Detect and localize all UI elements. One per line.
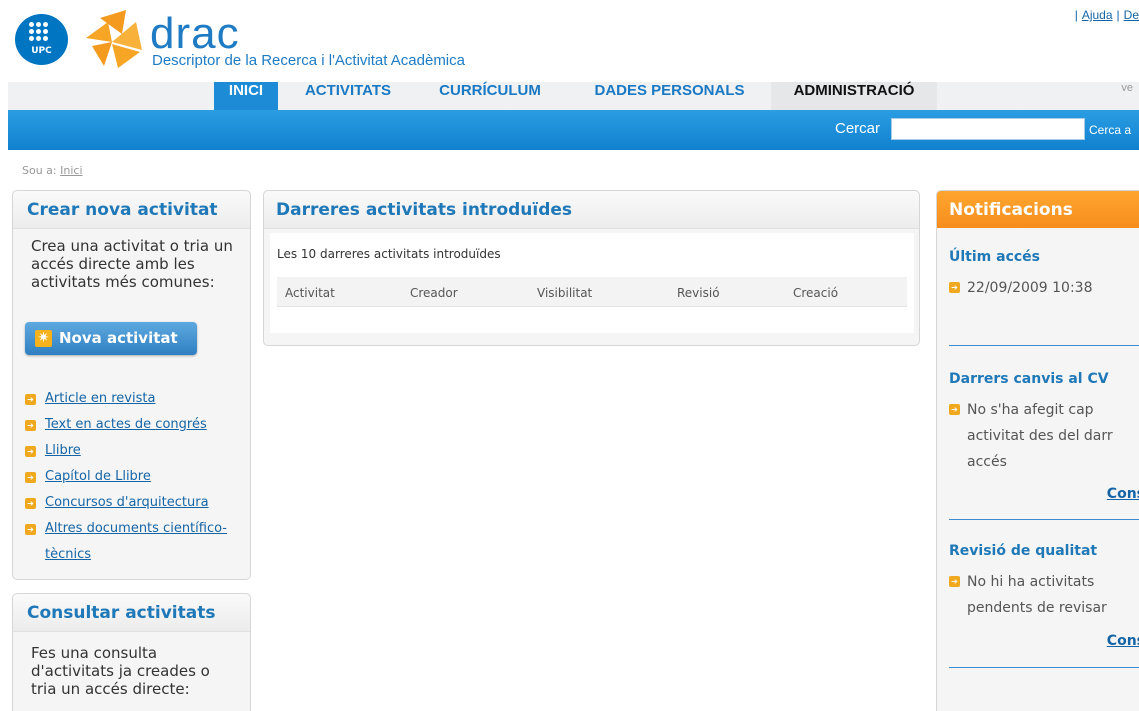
upc-logo-text: UPC (31, 46, 52, 56)
consult-panel-description: Fes una consulta d'activitats ja creades… (31, 644, 210, 698)
last-access-date: 22/09/2009 10:38 (967, 280, 1093, 296)
list-item: ➔ Concursos d'arquitectura (25, 490, 237, 516)
quality-review-message: No hi ha activitats pendents de revisar (967, 574, 1107, 616)
star-icon: ✷ (35, 330, 52, 347)
tab-administracio[interactable]: ADMINISTRACIÓ (771, 82, 937, 110)
recent-activities-panel: Darreres activitats introduïdes Les 10 d… (263, 190, 920, 346)
column-header-activitat[interactable]: Activitat (285, 286, 335, 300)
create-activity-panel: Crear nova activitat Crea una activitat … (12, 190, 251, 580)
new-activity-label: Nova activitat (59, 329, 178, 347)
recent-panel-subtitle: Les 10 darreres activitats introduïdes (277, 247, 501, 261)
info-icon: ➔ (949, 576, 960, 587)
cv-changes-link[interactable]: Cons (1107, 486, 1139, 502)
breadcrumb: Sou a: Inici (22, 164, 83, 177)
search-label: Cercar (835, 120, 881, 137)
list-item: ➔ Llibre (25, 438, 237, 464)
link-text-actes[interactable]: Text en actes de congrés (45, 417, 207, 432)
create-panel-title: Crear nova activitat (13, 191, 250, 229)
link-article-revista[interactable]: Article en revista (45, 391, 155, 406)
upc-logo[interactable]: UPC (15, 14, 68, 65)
recent-activities-content: Les 10 darreres activitats introduïdes A… (270, 233, 914, 333)
arrow-icon: ➔ (25, 394, 36, 405)
quality-review-link[interactable]: Cons (1107, 633, 1139, 649)
arrow-icon: ➔ (25, 446, 36, 457)
list-item: ➔ Text en actes de congrés (25, 412, 237, 438)
column-header-revisio[interactable]: Revisió (677, 286, 720, 300)
list-item: ➔ Capítol de Llibre (25, 464, 237, 490)
arrow-icon: ➔ (25, 524, 36, 535)
list-item: ➔ Article en revista (25, 386, 237, 412)
tab-dades-personals[interactable]: DADES PERSONALS (573, 82, 766, 110)
quality-review-heading: Revisió de qualitat (949, 543, 1098, 559)
arrow-icon: ➔ (25, 498, 36, 509)
column-header-creador[interactable]: Creador (410, 286, 458, 300)
new-activity-button[interactable]: ✷ Nova activitat (25, 322, 197, 355)
last-access-heading: Últim accés (949, 249, 1040, 265)
top-link-2[interactable]: De (1124, 8, 1139, 22)
breadcrumb-prefix: Sou a: (22, 164, 57, 177)
main-nav: INICI ACTIVITATS CURRÍCULUM DADES PERSON… (8, 82, 1139, 110)
recent-table-header: Activitat Creador Visibilitat Revisió Cr… (277, 277, 907, 307)
notifications-panel: Notificacions Últim accés ➔ 22/09/2009 1… (936, 190, 1139, 711)
cv-changes-message: No s'ha afegit cap activitat des del dar… (967, 402, 1113, 470)
search-bar: Cercar Cerca a (8, 110, 1139, 150)
list-item: ➔ Altres documents científico-tècnics (25, 516, 237, 568)
link-concursos[interactable]: Concursos d'arquitectura (45, 495, 209, 510)
top-links: | Ajuda | De (1074, 8, 1139, 22)
app-tagline: Descriptor de la Recerca i l'Activitat A… (152, 52, 465, 69)
tab-inici[interactable]: INICI (214, 82, 278, 110)
nav-right-text: ve (1121, 82, 1133, 94)
info-icon: ➔ (949, 404, 960, 415)
column-header-creacio[interactable]: Creació (793, 286, 838, 300)
info-icon: ➔ (949, 282, 960, 293)
upc-dots-icon (29, 22, 55, 44)
app-logo-text[interactable]: drac (150, 12, 240, 56)
consult-panel-title: Consultar activitats (13, 594, 250, 632)
breadcrumb-link-inici[interactable]: Inici (60, 164, 82, 177)
divider (949, 519, 1139, 520)
arrow-icon: ➔ (25, 420, 36, 431)
search-input[interactable] (891, 118, 1085, 140)
tab-activitats[interactable]: ACTIVITATS (292, 82, 404, 110)
link-altres-documents[interactable]: Altres documents científico-tècnics (45, 521, 227, 562)
cv-changes-heading: Darrers canvis al CV (949, 371, 1109, 387)
quality-review-text: ➔ No hi ha activitats pendents de revisa… (949, 569, 1139, 621)
cv-changes-text: ➔ No s'ha afegit cap activitat des del d… (949, 397, 1139, 475)
link-capitol-llibre[interactable]: Capítol de Llibre (45, 469, 151, 484)
last-access-value: ➔ 22/09/2009 10:38 (949, 275, 1139, 301)
recent-panel-title: Darreres activitats introduïdes (264, 191, 919, 229)
divider (949, 667, 1139, 668)
help-link[interactable]: Ajuda (1082, 8, 1113, 22)
shortcut-links: ➔ Article en revista ➔ Text en actes de co… (25, 386, 237, 568)
link-llibre[interactable]: Llibre (45, 443, 81, 458)
notifications-title: Notificacions (937, 191, 1139, 228)
search-button[interactable]: Cerca a (1089, 123, 1131, 137)
create-panel-description: Crea una activitat o tria un accés direc… (31, 237, 233, 291)
consult-activities-panel: Consultar activitats Fes una consulta d'… (12, 593, 251, 711)
column-header-visibilitat[interactable]: Visibilitat (537, 286, 592, 300)
divider (949, 345, 1139, 346)
tab-curriculum[interactable]: CURRÍCULUM (417, 82, 563, 110)
arrow-icon: ➔ (25, 472, 36, 483)
